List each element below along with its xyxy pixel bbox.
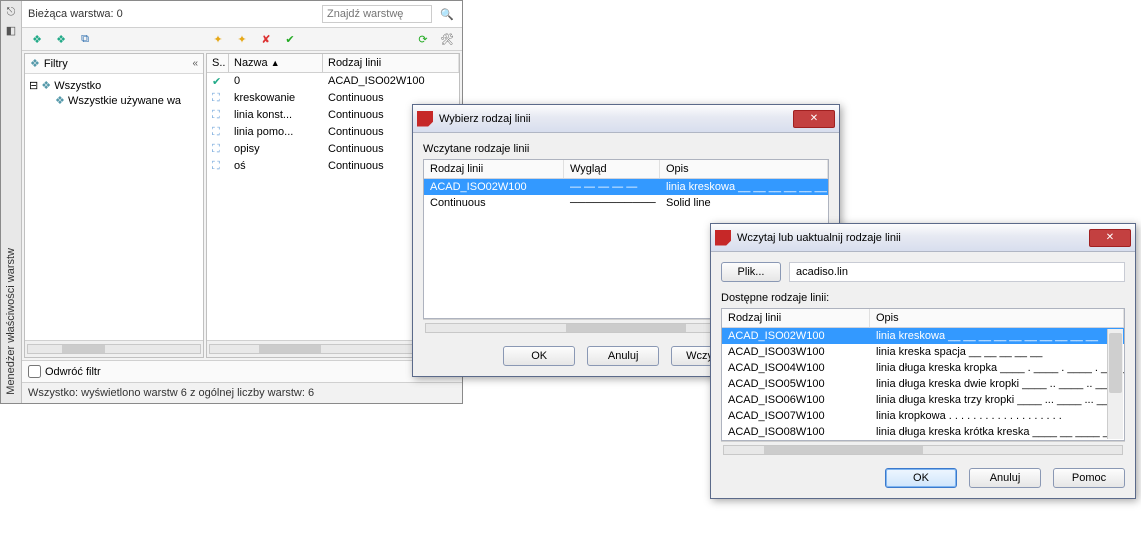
list-item[interactable]: ACAD_ISO06W100linia długa kreska trzy kr… <box>722 392 1124 408</box>
pin-icon[interactable]: ⎋ <box>4 5 18 19</box>
dock-icon[interactable]: ◧ <box>4 23 18 37</box>
ok-button[interactable]: OK <box>503 346 575 366</box>
list-item[interactable]: ACAD_ISO05W100linia długa kreska dwie kr… <box>722 376 1124 392</box>
refresh-icon[interactable]: ⟳ <box>414 30 432 48</box>
cancel-button[interactable]: Anuluj <box>969 468 1041 488</box>
app-icon <box>715 230 731 246</box>
file-button[interactable]: Plik... <box>721 262 781 282</box>
new-layer-freeze-icon[interactable]: ❖ <box>52 30 70 48</box>
col-description[interactable]: Opis <box>660 160 828 178</box>
cancel-button[interactable]: Anuluj <box>587 346 659 366</box>
titlebar[interactable]: Wybierz rodzaj linii ✕ <box>413 105 839 133</box>
new-layer-icon[interactable]: ❖ <box>28 30 46 48</box>
list-item[interactable]: ACAD_ISO07W100linia kropkowa . . . . . .… <box>722 408 1124 424</box>
toolbar: ❖ ❖ ⧉ ✦ ✦ ✘ ✔ ⟳ 🛠 <box>22 28 462 51</box>
col-name[interactable]: Nazwa ▲ <box>229 54 323 72</box>
layer-manager: ⎋ ◧ Menedżer właściwości warstw Bieżąca … <box>0 0 463 404</box>
search-icon[interactable]: 🔍 <box>438 5 456 23</box>
layer-state2-icon[interactable]: ✦ <box>233 30 251 48</box>
col-linetype[interactable]: Rodzaj linii <box>722 309 870 327</box>
status-bar: Wszystko: wyświetlono warstw 6 z ogólnej… <box>22 382 462 403</box>
close-icon[interactable]: ✕ <box>1089 229 1131 247</box>
section-label: Dostępne rodzaje linii: <box>721 292 1125 304</box>
tree-item[interactable]: Wszystko <box>54 80 101 92</box>
current-layer-label: Bieżąca warstwa: 0 <box>28 8 316 20</box>
invert-filter-checkbox[interactable] <box>28 365 41 378</box>
filter-title: Filtry <box>44 58 68 70</box>
header: Bieżąca warstwa: 0 🔍 <box>22 1 462 28</box>
ok-button[interactable]: OK <box>885 468 957 488</box>
invert-filter-label: Odwróć filtr <box>45 366 101 378</box>
col-status[interactable]: S.. <box>207 54 229 72</box>
file-name-field[interactable]: acadiso.lin <box>789 262 1125 282</box>
section-label: Wczytane rodzaje linii <box>423 143 829 155</box>
close-icon[interactable]: ✕ <box>793 110 835 128</box>
scrollbar[interactable] <box>25 340 203 357</box>
filter-panel: ❖ Filtry « ⊟ ❖ Wszystko ❖ Wszystkie używ… <box>24 53 204 358</box>
list-item[interactable]: ACAD_ISO02W100— — — — —linia kreskowa __… <box>424 179 828 195</box>
col-appearance[interactable]: Wygląd <box>564 160 660 178</box>
list-item[interactable]: ACAD_ISO08W100linia długa kreska krótka … <box>722 424 1124 440</box>
new-group-icon[interactable]: ⧉ <box>76 30 94 48</box>
sidebar-label: Menedżer właściwości warstw <box>5 248 17 395</box>
col-linetype[interactable]: Rodzaj linii <box>424 160 564 178</box>
footer: Odwróć filtr « <box>22 360 462 382</box>
tree-item[interactable]: Wszystkie używane wa <box>68 95 181 107</box>
table-row[interactable]: ✔0ACAD_ISO02W100 <box>207 73 459 90</box>
app-icon <box>417 111 433 127</box>
list-item[interactable]: Continuous───────────Solid line <box>424 195 828 211</box>
list-item[interactable]: ACAD_ISO04W100linia długa kreska kropka … <box>722 360 1124 376</box>
col-description[interactable]: Opis <box>870 309 1124 327</box>
search-input[interactable] <box>322 5 432 23</box>
list-item[interactable]: ACAD_ISO02W100linia kreskowa __ __ __ __… <box>722 328 1124 344</box>
dialog-title: Wybierz rodzaj linii <box>439 113 531 125</box>
layer-state-icon[interactable]: ✦ <box>209 30 227 48</box>
delete-layer-icon[interactable]: ✘ <box>257 30 275 48</box>
load-linetypes-dialog: Wczytaj lub uaktualnij rodzaje linii ✕ P… <box>710 223 1136 499</box>
apply-icon[interactable]: ✔ <box>281 30 299 48</box>
col-linetype[interactable]: Rodzaj linii <box>323 54 459 72</box>
scrollbar[interactable] <box>721 441 1125 458</box>
available-linetypes-list[interactable]: Rodzaj linii Opis ACAD_ISO02W100linia kr… <box>721 308 1125 441</box>
settings-icon[interactable]: 🛠 <box>438 30 456 48</box>
sidebar: ⎋ ◧ Menedżer właściwości warstw <box>1 1 22 403</box>
list-item[interactable]: ACAD_ISO03W100linia kreska spacja __ __ … <box>722 344 1124 360</box>
filter-icon: ❖ <box>30 57 40 70</box>
scrollbar[interactable] <box>1107 329 1123 439</box>
collapse-icon[interactable]: « <box>192 58 198 69</box>
filter-tree[interactable]: ⊟ ❖ Wszystko ❖ Wszystkie używane wa <box>25 74 203 340</box>
titlebar[interactable]: Wczytaj lub uaktualnij rodzaje linii ✕ <box>711 224 1135 252</box>
dialog-title: Wczytaj lub uaktualnij rodzaje linii <box>737 232 901 244</box>
help-button[interactable]: Pomoc <box>1053 468 1125 488</box>
